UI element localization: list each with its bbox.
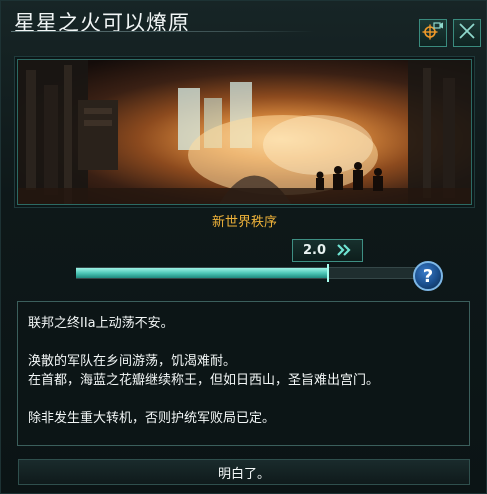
confirm-label: 明白了。	[217, 466, 270, 482]
progress-marker	[327, 264, 329, 282]
title-divider	[11, 31, 315, 32]
event-illustration	[17, 59, 472, 205]
message-line: 在首都，海蓝之花瓣继续称王，但如日西山，圣旨难出宫门。	[28, 373, 380, 388]
help-button[interactable]: ?	[413, 261, 443, 291]
fast-forward-icon	[336, 241, 352, 260]
help-icon: ?	[422, 265, 434, 287]
speed-button[interactable]: 2.0	[292, 239, 363, 262]
close-icon	[458, 22, 476, 44]
confirm-button[interactable]: 明白了。	[18, 459, 470, 485]
progress-fill	[76, 268, 328, 278]
event-dialog: 星星之火可以燎原 新世界秩序 2.0 ? 联邦之终IIa上动荡不安。 涣散的军队…	[0, 0, 487, 494]
event-subtitle: 新世界秩序	[211, 215, 277, 230]
dialog-title: 星星之火可以燎原	[14, 11, 190, 35]
event-progress-bar	[76, 264, 416, 282]
message-line: 联邦之终IIa上动荡不安。	[28, 316, 174, 331]
close-button[interactable]	[453, 19, 481, 47]
message-line: 涣散的军队在乡间游荡，饥渴难耐。	[28, 354, 237, 369]
locate-button[interactable]	[419, 19, 447, 47]
message-line: 除非发生重大转机，否则护统军败局已定。	[28, 411, 276, 426]
speed-value: 2.0	[302, 243, 327, 258]
crosshair-camera-icon	[422, 21, 444, 45]
event-message: 联邦之终IIa上动荡不安。 涣散的军队在乡间游荡，饥渴难耐。 在首都，海蓝之花瓣…	[17, 301, 470, 446]
